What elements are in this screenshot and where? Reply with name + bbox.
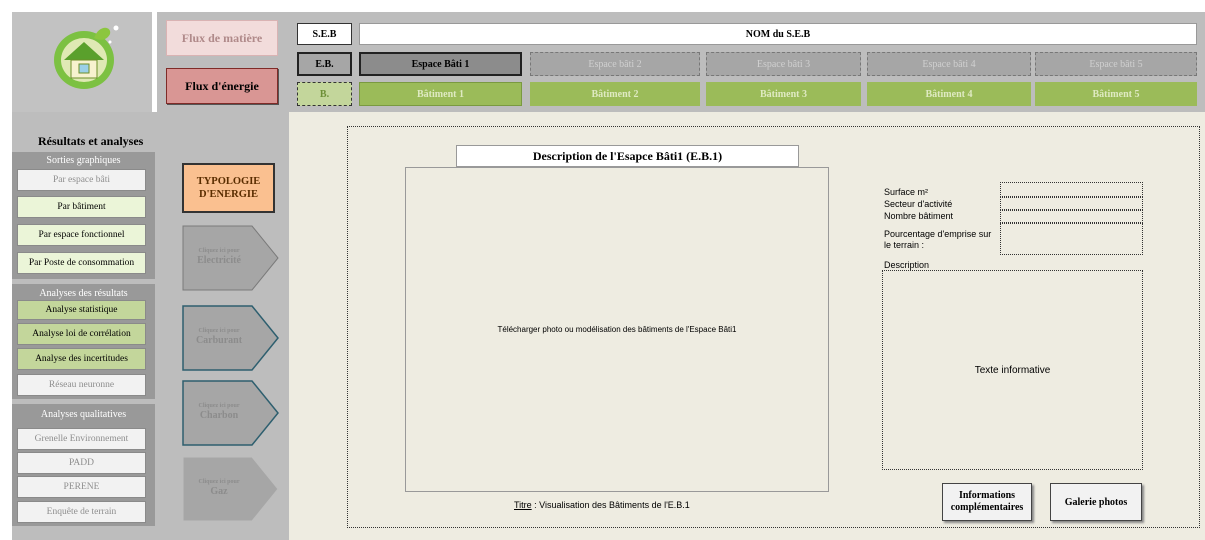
par-batiment-button[interactable]: Par bâtiment	[17, 196, 146, 218]
texte-informative-field[interactable]: Texte informative	[882, 270, 1143, 470]
charbon-type: Charbon	[199, 409, 239, 421]
pourcentage-field[interactable]	[1000, 223, 1143, 255]
secteur-label: Secteur d'activité	[884, 199, 953, 209]
tab-espace-bati-3[interactable]: Espace bâti 3	[706, 52, 861, 76]
surface-label: Surface m²	[884, 187, 929, 197]
gaz-type: Gaz	[210, 485, 228, 497]
analyse-correlation-button[interactable]: Analyse loi de corrélation	[17, 323, 146, 345]
charbon-hint: Cliquez ici pour	[198, 403, 240, 409]
b-label[interactable]: B.	[297, 82, 352, 106]
gaz-hint: Cliquez ici pour	[198, 479, 240, 485]
description-title: Description de l'Esapce Bâti1 (E.B.1)	[456, 145, 799, 167]
electricite-hint: Cliquez ici pour	[198, 248, 240, 254]
tab-batiment-3[interactable]: Bâtiment 3	[706, 82, 861, 106]
galerie-photos-button[interactable]: Galerie photos	[1050, 483, 1142, 521]
qualitatives-title: Analyses qualitatives	[40, 409, 127, 420]
resultats-title: Analyses des résultats	[39, 288, 128, 299]
analyse-statistique-button[interactable]: Analyse statistique	[17, 300, 146, 320]
carburant-hint: Cliquez ici pour	[198, 328, 240, 334]
tab-batiment-2[interactable]: Bâtiment 2	[530, 82, 700, 106]
flux-matiere-button[interactable]: Flux de matière	[166, 20, 278, 56]
secteur-field[interactable]	[1000, 197, 1143, 210]
surface-field[interactable]	[1000, 182, 1143, 197]
seb-name: NOM du S.E.B	[359, 23, 1197, 45]
tab-batiment-1[interactable]: Bâtiment 1	[359, 82, 522, 106]
nombre-field[interactable]	[1000, 210, 1143, 223]
tab-batiment-5[interactable]: Bâtiment 5	[1035, 82, 1197, 106]
reseau-neuronne-button[interactable]: Réseau neuronne	[17, 374, 146, 396]
typologie-energie-button[interactable]: TYPOLOGIE D'ENERGIE	[182, 163, 275, 213]
photo-caption: Titre : Visualisation des Bâtiments de l…	[514, 500, 690, 510]
caption-prefix: Titre	[514, 500, 532, 510]
photo-placeholder[interactable]: Télécharger photo ou modélisation des bâ…	[405, 167, 829, 492]
description-label: Description	[884, 260, 930, 270]
electricite-type: Electricité	[197, 254, 241, 266]
electricite-label[interactable]: Cliquez ici pour Electricité	[186, 248, 252, 266]
enquete-terrain-button[interactable]: Enquête de terrain	[17, 501, 146, 523]
grenelle-button[interactable]: Grenelle Environnement	[17, 428, 146, 450]
gaz-label[interactable]: Cliquez ici pour Gaz	[186, 479, 252, 497]
informations-button[interactable]: Informations complémentaires	[942, 483, 1032, 521]
pourcentage-label: Pourcentage d'emprise sur le terrain :	[884, 229, 992, 250]
par-poste-consommation-button[interactable]: Par Poste de consommation	[17, 252, 146, 274]
charbon-label[interactable]: Cliquez ici pour Charbon	[186, 403, 252, 421]
nombre-label: Nombre bâtiment	[884, 211, 954, 221]
flux-energie-button[interactable]: Flux d'énergie	[166, 68, 278, 104]
caption-text: : Visualisation des Bâtiments de l'E.B.1	[531, 500, 690, 510]
tab-espace-bati-5[interactable]: Espace bâti 5	[1035, 52, 1197, 76]
carburant-type: Carburant	[195, 334, 243, 346]
tab-espace-bati-2[interactable]: Espace bâti 2	[530, 52, 700, 76]
seb-label[interactable]: S.E.B	[297, 23, 352, 45]
analyse-incertitudes-button[interactable]: Analyse des incertitudes	[17, 348, 146, 370]
tab-batiment-4[interactable]: Bâtiment 4	[867, 82, 1031, 106]
par-espace-bati-button[interactable]: Par espace bâti	[17, 169, 146, 191]
tab-espace-bati-4[interactable]: Espace bâti 4	[867, 52, 1031, 76]
eb-label[interactable]: E.B.	[297, 52, 352, 76]
eco-house-logo	[54, 25, 119, 89]
graphiques-title: Sorties graphiques	[46, 155, 121, 166]
perene-button[interactable]: PERENE	[17, 476, 146, 498]
tab-espace-bati-1[interactable]: Espace Bâti 1	[359, 52, 522, 76]
carburant-label[interactable]: Cliquez ici pour Carburant	[186, 328, 252, 346]
padd-button[interactable]: PADD	[17, 452, 146, 474]
par-espace-fonctionnel-button[interactable]: Par espace fonctionnel	[17, 224, 146, 246]
sidebar-title: Résultats et analyses	[38, 134, 144, 148]
